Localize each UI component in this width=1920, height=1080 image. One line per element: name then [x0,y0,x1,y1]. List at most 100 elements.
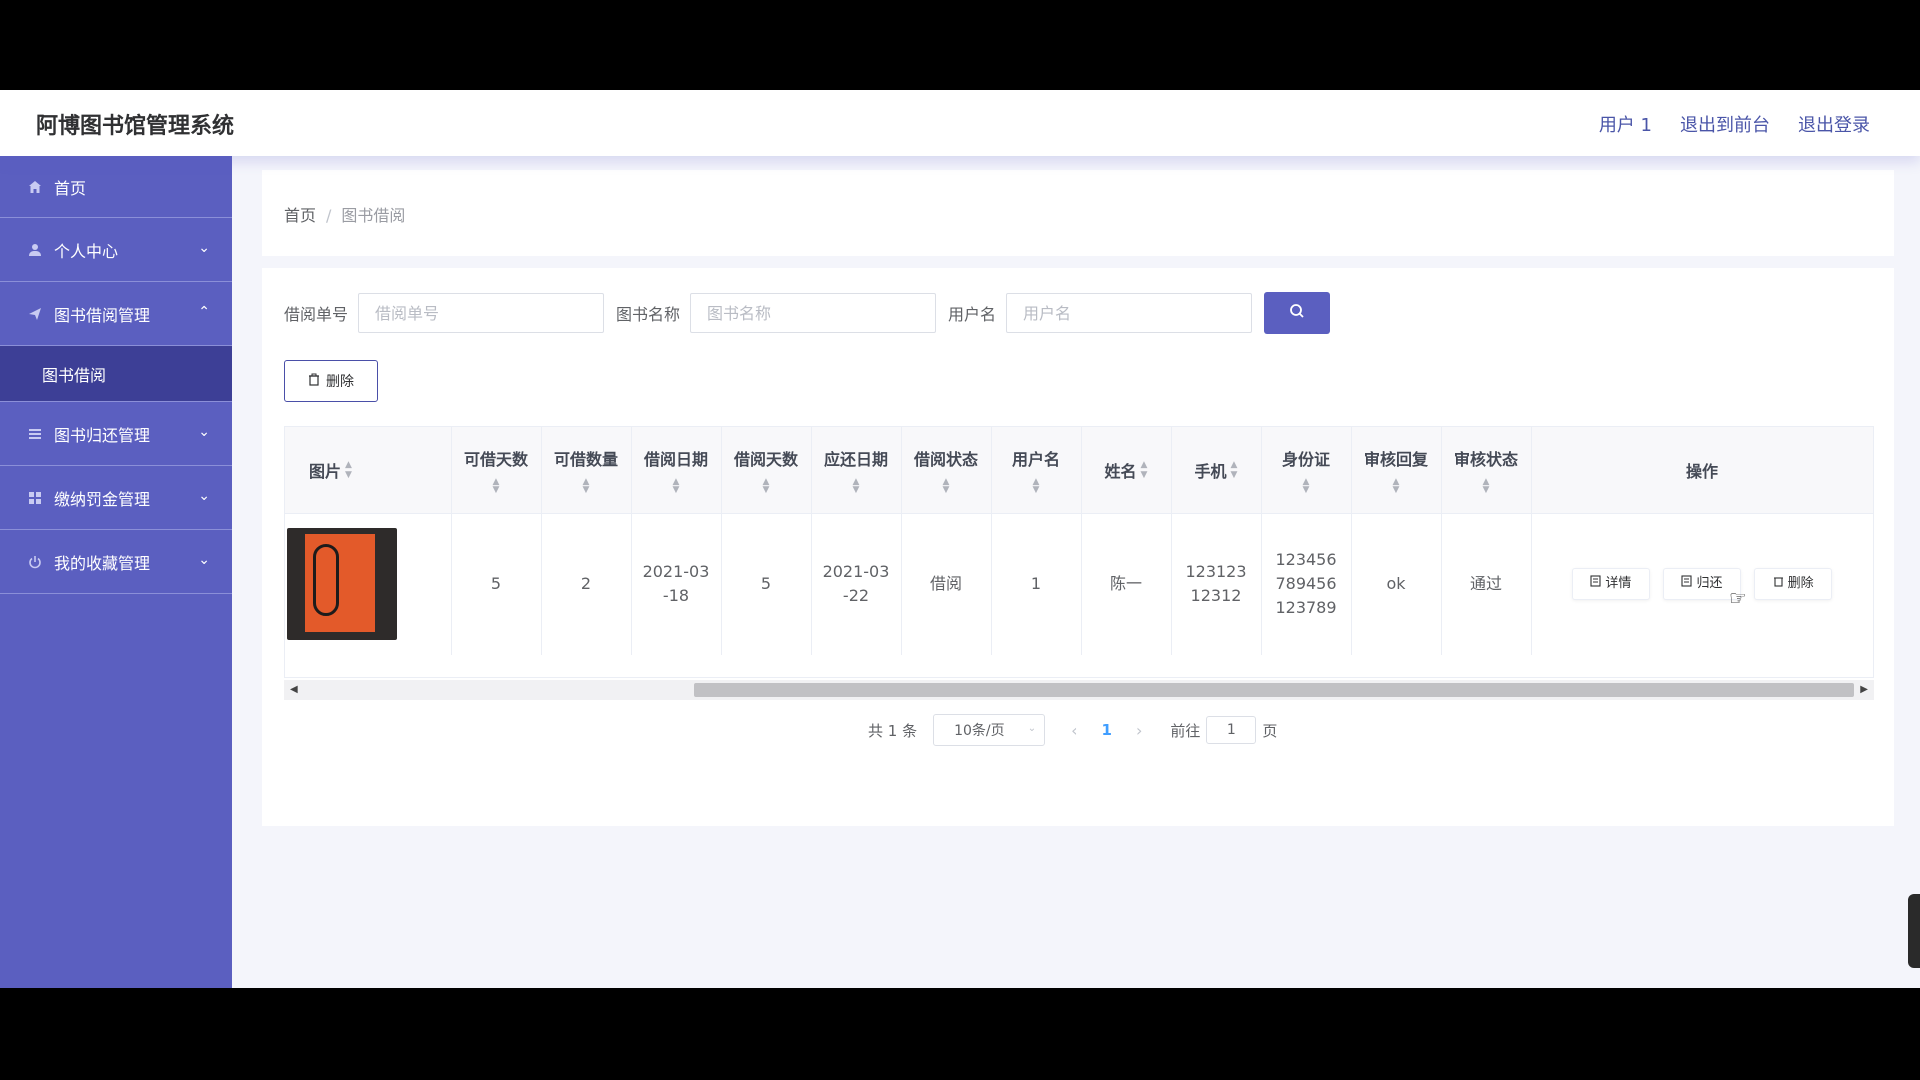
current-user-link[interactable]: 用户 1 [1599,111,1652,137]
prev-page-icon[interactable]: ‹ [1071,721,1077,740]
scroll-right-icon[interactable]: ▶ [1860,684,1868,695]
col-header-review-reply[interactable]: 审核回复 ▲ ▼ [1351,427,1442,514]
logout-link[interactable]: 退出登录 [1798,111,1870,137]
book-name-label: 图书名称 [616,305,681,324]
sort-icon[interactable]: ▲ ▼ [1262,477,1351,494]
user-icon [26,241,44,259]
chevron-down-icon: ⌄ [198,488,210,504]
cell-borrow-days-allowed: 5 [451,513,542,655]
sidebar-item-fine-management[interactable]: 缴纳罚金管理 ⌄ [0,466,232,530]
sort-icon[interactable]: ▲ ▼ [632,477,721,494]
goto-page-input[interactable] [1206,716,1257,744]
col-header-image[interactable]: 图片 ▲ ▼ [285,427,452,514]
cell-username: 1 [991,513,1082,655]
main-card: 借阅单号 图书名称 用户名 删除 [262,268,1894,826]
scroll-left-icon[interactable]: ◀ [290,684,298,695]
breadcrumb-current: 图书借阅 [341,206,406,225]
col-header-name[interactable]: 姓名 ▲ ▼ [1081,427,1172,514]
page-number-current[interactable]: 1 [1102,721,1112,739]
sidebar-item-label: 缴纳罚金管理 [54,489,151,509]
sidebar-item-borrow-management[interactable]: 图书借阅管理 ⌃ [0,282,232,346]
top-navbar: 阿博图书馆管理系统 用户 1 退出到前台 退出登录 [0,90,1920,156]
cell-id-card: 123456789456123789 [1261,513,1352,655]
sort-icon[interactable]: ▲ ▼ [722,477,811,494]
sort-icon[interactable]: ▲ ▼ [902,477,991,494]
cell-borrow-qty: 2 [541,513,632,655]
sort-icon[interactable]: ▲ ▼ [992,477,1081,494]
app-window: 阿博图书馆管理系统 用户 1 退出到前台 退出登录 首页 个人中心 ⌄ 图书借阅… [0,90,1920,988]
username-label: 用户名 [948,305,997,324]
sort-icon[interactable]: ▲ ▼ [1141,460,1148,480]
table-horizontal-scrollbar[interactable]: ◀ ▶ [284,680,1874,700]
col-header-username[interactable]: 用户名 ▲ ▼ [991,427,1082,514]
borrow-no-input[interactable] [358,293,605,333]
home-icon [26,178,44,196]
sidebar-item-personal-center[interactable]: 个人中心 ⌄ [0,218,232,282]
grid-icon [26,489,44,507]
cell-borrow-date: 2021-03-18 [631,513,722,655]
cell-return-date: 2021-03-22 [811,513,902,655]
pagination-total: 共 1 条 [868,721,918,740]
table-row: 5 2 2021-03-18 5 2021-03-22 借阅 1 陈一 1231… [285,513,1873,655]
page-suffix: 页 [1262,721,1278,740]
col-header-borrow-days[interactable]: 借阅天数 ▲ ▼ [721,427,812,514]
sidebar: 首页 个人中心 ⌄ 图书借阅管理 ⌃ 图书借阅 图书归还管理 ⌄ 缴纳罚金管理 … [0,156,232,988]
col-header-borrow-days-allowed[interactable]: 可借天数 ▲ ▼ [451,427,542,514]
cell-borrow-days: 5 [721,513,812,655]
trash-icon [308,373,320,389]
batch-delete-button[interactable]: 删除 [284,360,378,402]
search-icon [1289,303,1305,324]
exit-to-front-link[interactable]: 退出到前台 [1680,111,1770,137]
cell-actions: 详情 归还 删除 [1531,513,1873,655]
chevron-down-icon: ⌄ [198,240,210,256]
top-links: 用户 1 退出到前台 退出登录 [1599,111,1870,137]
sidebar-item-favorites-management[interactable]: 我的收藏管理 ⌄ [0,530,232,594]
sort-icon[interactable]: ▲ ▼ [812,477,901,494]
send-icon [26,305,44,323]
cell-phone: 12312312312 [1171,513,1262,655]
scrollbar-thumb[interactable] [694,683,1854,697]
page-size-select[interactable]: 10条/页 ⌄ [933,714,1046,746]
book-name-input[interactable] [690,293,937,333]
trash-icon [1773,572,1784,596]
screen-letterbox-top [0,0,1920,90]
sort-icon[interactable]: ▲ ▼ [1442,477,1531,494]
search-form: 借阅单号 图书名称 用户名 [284,292,1331,334]
power-icon [26,553,44,571]
cell-borrow-status: 借阅 [901,513,992,655]
chevron-down-icon: ⌄ [1027,723,1037,734]
side-panel-handle[interactable] [1908,894,1920,968]
col-header-borrow-qty[interactable]: 可借数量 ▲ ▼ [541,427,632,514]
sidebar-item-label: 图书归还管理 [54,425,151,445]
sidebar-item-label: 图书借阅管理 [54,305,151,325]
col-header-review-status[interactable]: 审核状态 ▲ ▼ [1441,427,1532,514]
sidebar-item-home[interactable]: 首页 [0,156,232,218]
cell-review-reply: ok [1351,513,1442,655]
sort-icon[interactable]: ▲ ▼ [542,477,631,494]
col-header-borrow-date[interactable]: 借阅日期 ▲ ▼ [631,427,722,514]
sort-icon[interactable]: ▲ ▼ [345,460,352,480]
screen-letterbox-bottom [0,988,1920,1080]
row-delete-button[interactable]: 删除 [1754,568,1833,601]
col-header-id-card[interactable]: 身份证 ▲ ▼ [1261,427,1352,514]
col-header-return-date[interactable]: 应还日期 ▲ ▼ [811,427,902,514]
breadcrumb-home[interactable]: 首页 [284,206,316,225]
username-input[interactable] [1006,293,1253,333]
sort-icon[interactable]: ▲ ▼ [1231,460,1238,480]
cell-review-status: 通过 [1441,513,1532,655]
cell-image [285,513,452,655]
search-button[interactable] [1264,292,1331,334]
col-header-phone[interactable]: 手机 ▲ ▼ [1171,427,1262,514]
next-page-icon[interactable]: › [1136,721,1142,740]
sort-icon[interactable]: ▲ ▼ [1352,477,1441,494]
sort-icon[interactable]: ▲ ▼ [452,477,541,494]
hand-cursor-icon: ☞ [1729,586,1747,610]
book-cover-image[interactable] [287,528,397,641]
borrow-table: 图片 ▲ ▼ 可借天数 ▲ ▼ 可借数量 ▲ ▼ 借阅日期 ▲ ▼ 借阅天数 ▲ ▼ 应还日期 ▲ ▼ … [284,426,1874,678]
col-header-borrow-status[interactable]: 借阅状态 ▲ ▼ [901,427,992,514]
breadcrumb: 首页 / 图书借阅 [284,202,405,226]
detail-button[interactable]: 详情 [1571,568,1650,601]
sidebar-item-return-management[interactable]: 图书归还管理 ⌄ [0,402,232,466]
breadcrumb-card: 首页 / 图书借阅 [262,170,1894,256]
sidebar-subitem-book-borrow[interactable]: 图书借阅 [0,346,232,402]
